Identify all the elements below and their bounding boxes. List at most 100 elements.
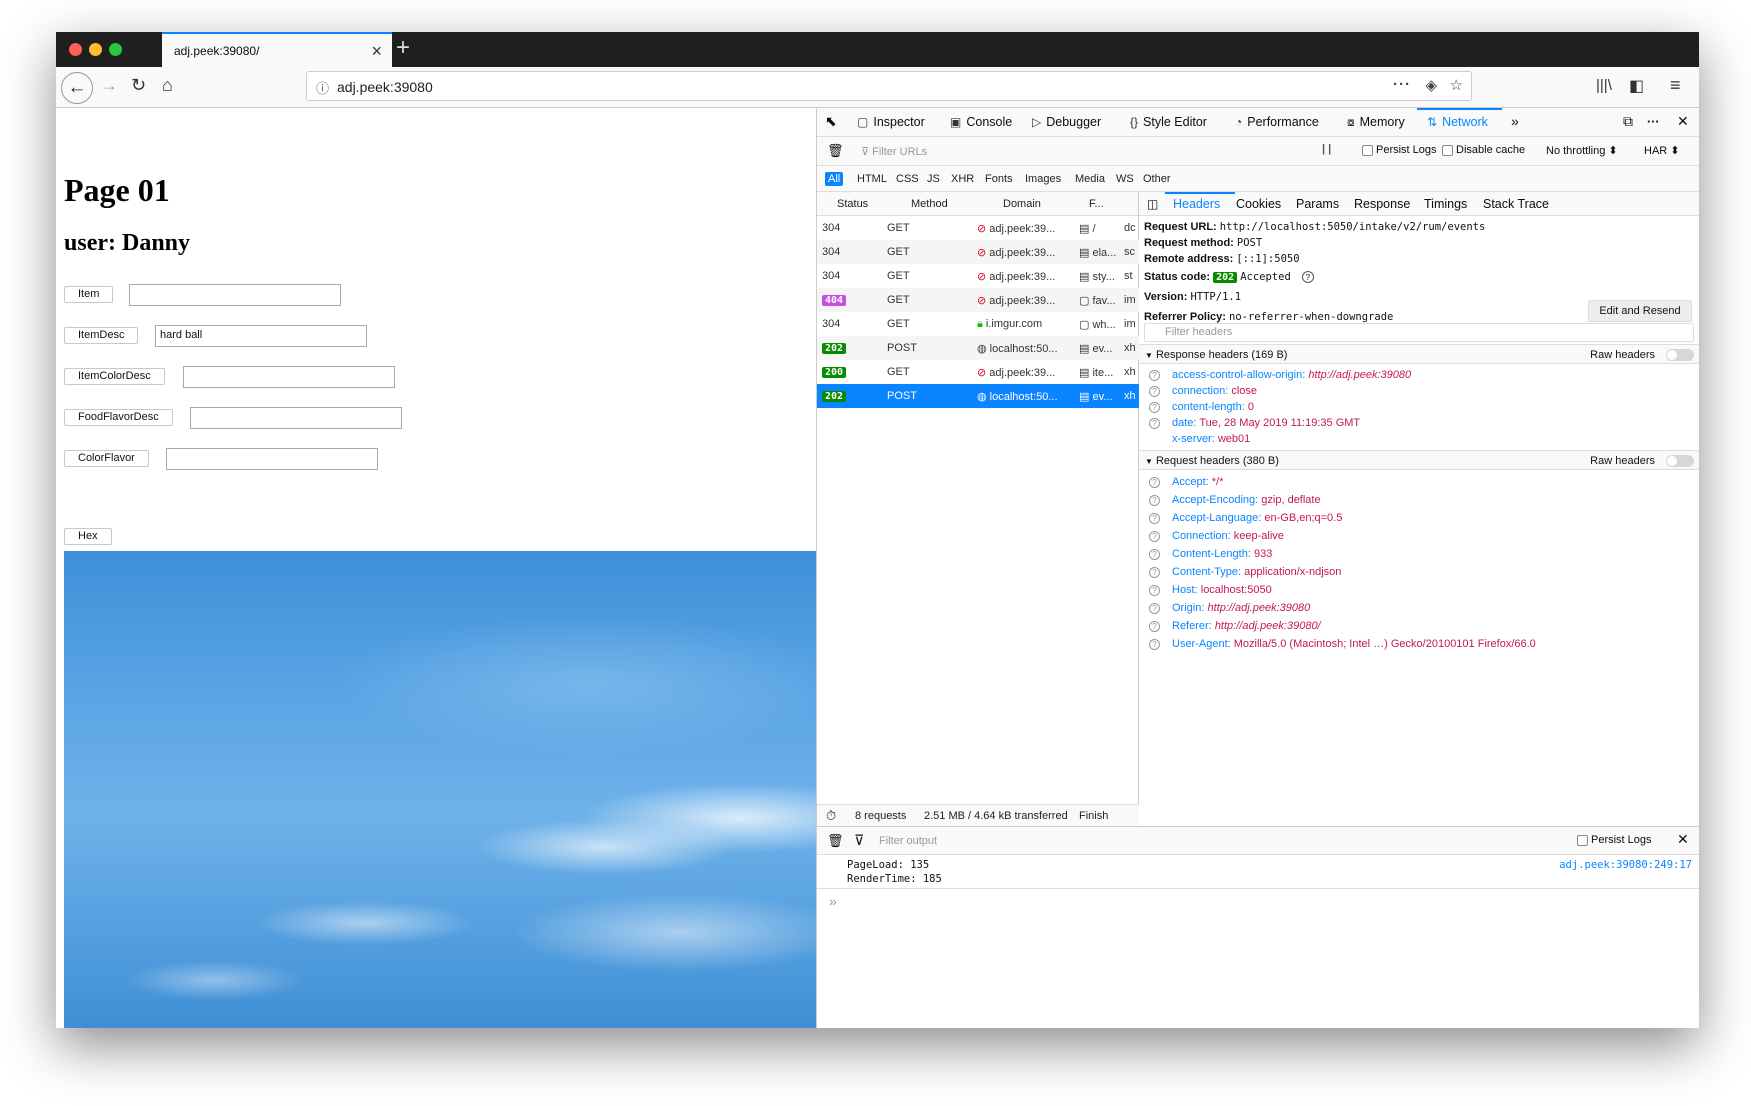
filter-other[interactable]: Other (1140, 172, 1174, 186)
filter-media[interactable]: Media (1072, 172, 1108, 186)
filter-urls-input[interactable]: ⊽ Filter URLs (861, 145, 927, 158)
pocket-icon[interactable]: ◈ (1425, 76, 1437, 94)
filter-images[interactable]: Images (1022, 172, 1064, 186)
disable-cache-checkbox[interactable]: Disable cache (1442, 144, 1525, 156)
tab-cookies[interactable]: Cookies (1236, 197, 1281, 211)
filter-xhr[interactable]: XHR (948, 172, 977, 186)
dock-icon[interactable]: ⧉ (1623, 113, 1633, 130)
filter-ws[interactable]: WS (1113, 172, 1137, 186)
column-method[interactable]: Method (911, 198, 948, 210)
filter-icon[interactable]: ⊽ (854, 832, 864, 849)
raw-headers-toggle[interactable] (1666, 349, 1694, 361)
tab-memory[interactable]: ⧇ Memory (1347, 115, 1405, 130)
edit-and-resend-button[interactable]: Edit and Resend (1588, 300, 1692, 322)
console-prompt[interactable]: » (829, 893, 837, 909)
browser-tab[interactable]: adj.peek:39080/ × (162, 32, 392, 67)
filter-html[interactable]: HTML (854, 172, 890, 186)
help-icon[interactable]: ? (1149, 476, 1160, 488)
help-icon[interactable]: ? (1149, 417, 1160, 429)
itemdesc-input[interactable]: hard ball (155, 325, 367, 347)
request-row[interactable]: 304 GET ⊘ adj.peek:39... ▤ sty... st (817, 264, 1139, 288)
stopwatch-icon[interactable]: ⏱︎ (826, 808, 836, 824)
help-icon[interactable]: ? (1149, 385, 1160, 397)
help-icon[interactable]: ? (1149, 512, 1160, 524)
console-source-link[interactable]: adj.peek:39080:249:17 (1559, 859, 1692, 871)
tab-timings[interactable]: Timings (1424, 197, 1467, 211)
close-tab-icon[interactable]: × (371, 41, 382, 62)
itemcolordesc-input[interactable] (183, 366, 395, 388)
tab-inspector[interactable]: ▢ Inspector (857, 115, 925, 129)
help-icon[interactable]: ? (1149, 494, 1160, 506)
help-icon[interactable]: ? (1149, 530, 1160, 542)
tab-performance[interactable]: ◔ Performance (1235, 115, 1319, 129)
request-headers-section[interactable]: ▼ Request headers (380 B) Raw headers (1139, 450, 1699, 470)
close-devtools-icon[interactable]: ✕ (1677, 113, 1689, 130)
filter-headers-input[interactable]: Filter headers (1144, 323, 1694, 342)
tab-headers[interactable]: Headers (1173, 197, 1220, 211)
help-icon[interactable]: ? (1149, 584, 1160, 596)
bookmark-star-icon[interactable]: ☆ (1450, 76, 1463, 94)
library-icon[interactable]: |||\ (1596, 77, 1612, 94)
itemdesc-button[interactable]: ItemDesc (64, 327, 139, 344)
pause-icon[interactable]: | | (1322, 143, 1331, 155)
har-menu[interactable]: HAR ⬍ (1644, 144, 1680, 157)
tab-params[interactable]: Params (1296, 197, 1339, 211)
zoom-window-icon[interactable] (109, 43, 122, 56)
address-bar[interactable]: ⓘ adj.peek:39080 ··· ◈ ☆ (306, 71, 1472, 101)
reload-icon[interactable]: ↻ (131, 75, 146, 96)
persist-logs-checkbox[interactable]: Persist Logs (1362, 144, 1437, 156)
help-icon[interactable]: ? (1149, 566, 1160, 578)
tab-style-editor[interactable]: {} Style Editor (1130, 115, 1207, 129)
request-row[interactable]: 304 GET 🔒︎ i.imgur.com ▢ wh... im (817, 312, 1139, 336)
item-input[interactable] (129, 284, 341, 306)
console-persist-logs-checkbox[interactable]: Persist Logs (1577, 834, 1652, 846)
colorflavor-button[interactable]: ColorFlavor (64, 450, 149, 467)
column-status[interactable]: Status (837, 198, 868, 210)
foodflavordesc-input[interactable] (190, 407, 402, 429)
throttling-select[interactable]: No throttling ⬍ (1546, 144, 1618, 157)
help-icon[interactable]: ? (1149, 548, 1160, 560)
column-file[interactable]: F... (1089, 198, 1104, 210)
tab-debugger[interactable]: ▷ Debugger (1032, 115, 1101, 129)
devtools-menu-icon[interactable]: ··· (1647, 115, 1660, 129)
clear-console-icon[interactable]: 🗑 (827, 833, 844, 849)
filter-js[interactable]: JS (924, 172, 943, 186)
new-tab-icon[interactable]: + (396, 34, 410, 62)
tab-console[interactable]: ▣ Console (950, 115, 1012, 129)
filter-all[interactable]: All (825, 172, 844, 186)
request-row[interactable]: 304 GET ⊘ adj.peek:39... ▤ ela... sc (817, 240, 1139, 264)
help-icon[interactable]: ? (1149, 638, 1160, 650)
item-button[interactable]: Item (64, 286, 114, 303)
help-icon[interactable]: ? (1149, 401, 1160, 413)
request-row[interactable]: 404 GET ⊘ adj.peek:39... ▢ fav... im (817, 288, 1139, 312)
itemcolordesc-button[interactable]: ItemColorDesc (64, 368, 165, 385)
back-icon[interactable]: ← (61, 72, 93, 104)
tab-stack-trace[interactable]: Stack Trace (1483, 197, 1549, 211)
home-icon[interactable]: ⌂ (162, 75, 173, 96)
request-row-selected[interactable]: 202 POST ◍ localhost:50... ▤ ev... xh (817, 384, 1139, 408)
column-domain[interactable]: Domain (1003, 198, 1041, 210)
response-headers-section[interactable]: ▼ Response headers (169 B) Raw headers (1139, 344, 1699, 364)
forward-icon[interactable]: → (100, 75, 118, 96)
element-picker-icon[interactable]: ⬉ (825, 113, 837, 130)
request-row[interactable]: 200 GET ⊘ adj.peek:39... ▤ ite... xh (817, 360, 1139, 384)
hamburger-menu-icon[interactable]: ≡ (1670, 75, 1681, 96)
hex-button[interactable]: Hex (64, 528, 112, 545)
help-icon[interactable]: ? (1301, 271, 1314, 283)
filter-fonts[interactable]: Fonts (982, 172, 1016, 186)
filter-output-input[interactable]: Filter output (879, 835, 937, 847)
tab-network[interactable]: ⇅ Network (1427, 115, 1488, 129)
help-icon[interactable]: ? (1149, 620, 1160, 632)
foodflavordesc-button[interactable]: FoodFlavorDesc (64, 409, 173, 426)
request-row[interactable]: 202 POST ◍ localhost:50... ▤ ev... xh (817, 336, 1139, 360)
more-tabs-icon[interactable]: » (1511, 113, 1519, 129)
page-actions-icon[interactable]: ··· (1393, 76, 1411, 93)
close-console-icon[interactable]: ✕ (1677, 831, 1689, 848)
colorflavor-input[interactable] (166, 448, 378, 470)
tab-response[interactable]: Response (1354, 197, 1410, 211)
filter-css[interactable]: CSS (893, 172, 922, 186)
minimize-window-icon[interactable] (89, 43, 102, 56)
sidebar-toggle-icon[interactable]: ◧ (1629, 76, 1644, 96)
help-icon[interactable]: ? (1149, 602, 1160, 614)
site-info-icon[interactable]: ⓘ (316, 78, 329, 97)
